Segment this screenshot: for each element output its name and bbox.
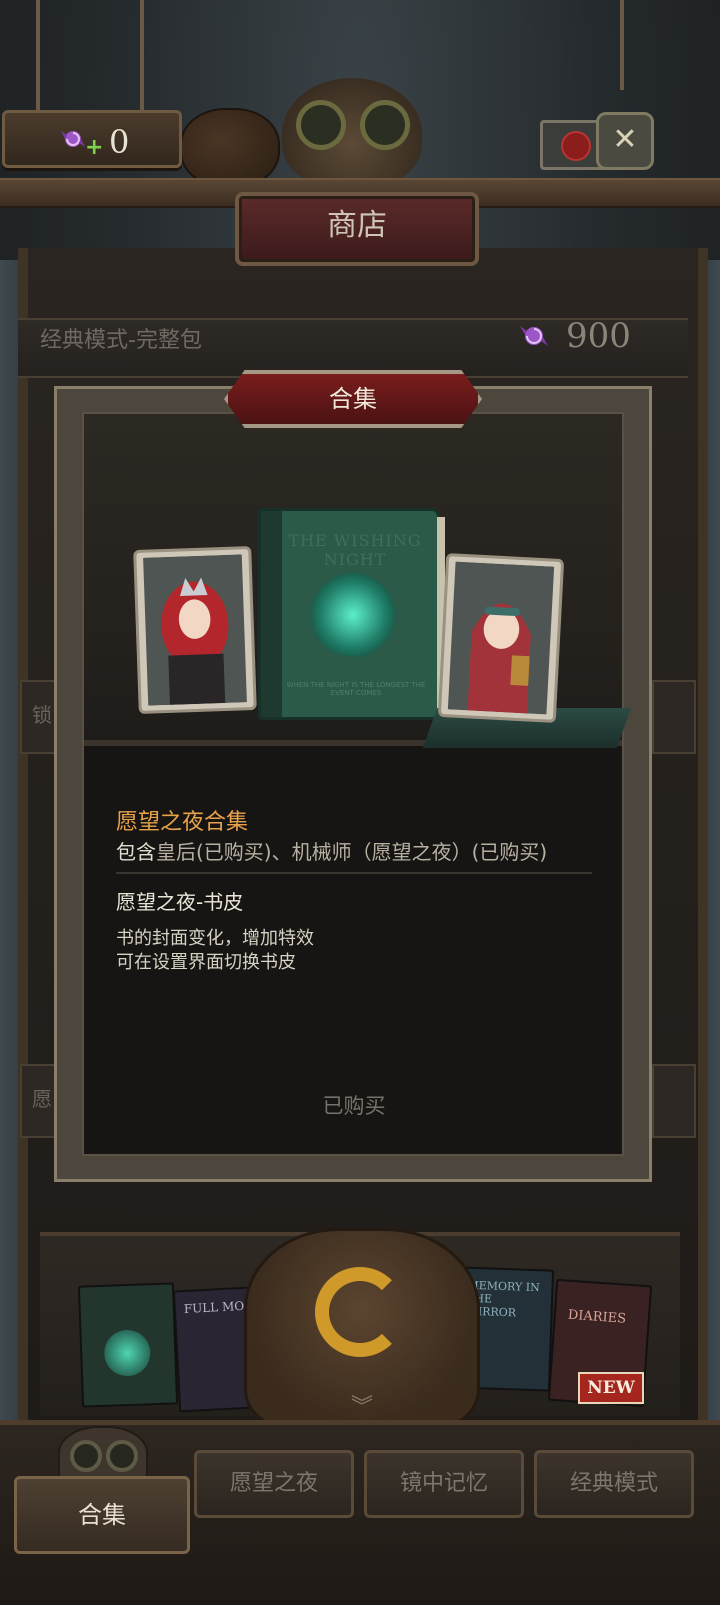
mechanic-portrait bbox=[447, 561, 555, 715]
queen-portrait bbox=[143, 554, 247, 706]
side-tab-right-2[interactable] bbox=[652, 1064, 696, 1138]
side-tab-right-1[interactable] bbox=[652, 680, 696, 754]
bundle-name: 愿望之夜合集 bbox=[116, 810, 249, 835]
book-subtitle: WHEN THE NIGHT IS THE LONGEST THE EVENT … bbox=[286, 681, 426, 697]
hanging-rope bbox=[620, 0, 624, 90]
contents-list: 皇后(已购买)、机械师（愿望之夜）(已购买) bbox=[156, 840, 548, 864]
moon-emblem-icon bbox=[311, 573, 395, 657]
purchased-status-button[interactable]: 已购买 bbox=[284, 1090, 424, 1120]
tab-bundle[interactable]: 合集 bbox=[14, 1476, 190, 1554]
hanging-rope bbox=[140, 0, 144, 110]
pumpkin-decoration bbox=[180, 108, 280, 188]
contents-lead: 包含 bbox=[116, 840, 156, 864]
new-badge: NEW bbox=[578, 1372, 644, 1404]
pack-name: 经典模式-完整包 bbox=[40, 328, 202, 353]
candy-count: 0 bbox=[109, 123, 130, 161]
queen-character-card bbox=[133, 545, 257, 715]
tab-classic-mode[interactable]: 经典模式 bbox=[534, 1450, 694, 1518]
bundle-contents: 包含皇后(已购买)、机械师（愿望之夜）(已购买) bbox=[116, 836, 547, 865]
book-title: THE WISHING NIGHT bbox=[288, 531, 422, 569]
divider bbox=[116, 872, 592, 874]
skin-description: 可在设置界面切换书皮 bbox=[116, 952, 296, 973]
skin-name: 愿望之夜-书皮 bbox=[116, 890, 244, 914]
moon-emblem-icon bbox=[103, 1329, 152, 1377]
wishing-night-book: THE WISHING NIGHT WHEN THE NIGHT IS THE … bbox=[258, 508, 445, 720]
owl-eye bbox=[360, 100, 410, 150]
chevron-down-icon: ︾ bbox=[351, 1395, 374, 1420]
page-title: 商店 bbox=[235, 192, 479, 266]
hanging-rope bbox=[36, 0, 40, 110]
tab-wishing-night[interactable]: 愿望之夜 bbox=[194, 1450, 354, 1518]
plus-icon: + bbox=[85, 135, 104, 160]
candy-icon bbox=[520, 326, 548, 346]
owl-eye bbox=[70, 1440, 102, 1472]
close-button[interactable]: ✕ bbox=[596, 112, 654, 170]
pack-price: 900 bbox=[566, 316, 631, 356]
owl-decoration bbox=[282, 78, 422, 188]
tab-mirror-memory[interactable]: 镜中记忆 bbox=[364, 1450, 524, 1518]
mechanic-character-card bbox=[437, 553, 565, 723]
skin-description: 书的封面变化，增加特效 bbox=[116, 928, 314, 949]
book-label: DIARIES bbox=[567, 1307, 627, 1327]
backpack-button[interactable]: ︾ bbox=[244, 1228, 480, 1430]
owl-eye bbox=[106, 1440, 138, 1472]
wax-seal-icon bbox=[561, 131, 591, 161]
owl-eye bbox=[296, 100, 346, 150]
candy-counter[interactable]: + 0 bbox=[2, 110, 182, 168]
book-wishing-night[interactable] bbox=[77, 1282, 179, 1408]
swirl-logo-icon bbox=[315, 1267, 405, 1357]
candy-icon bbox=[61, 131, 85, 147]
dialog-title: 合集 bbox=[224, 370, 482, 428]
